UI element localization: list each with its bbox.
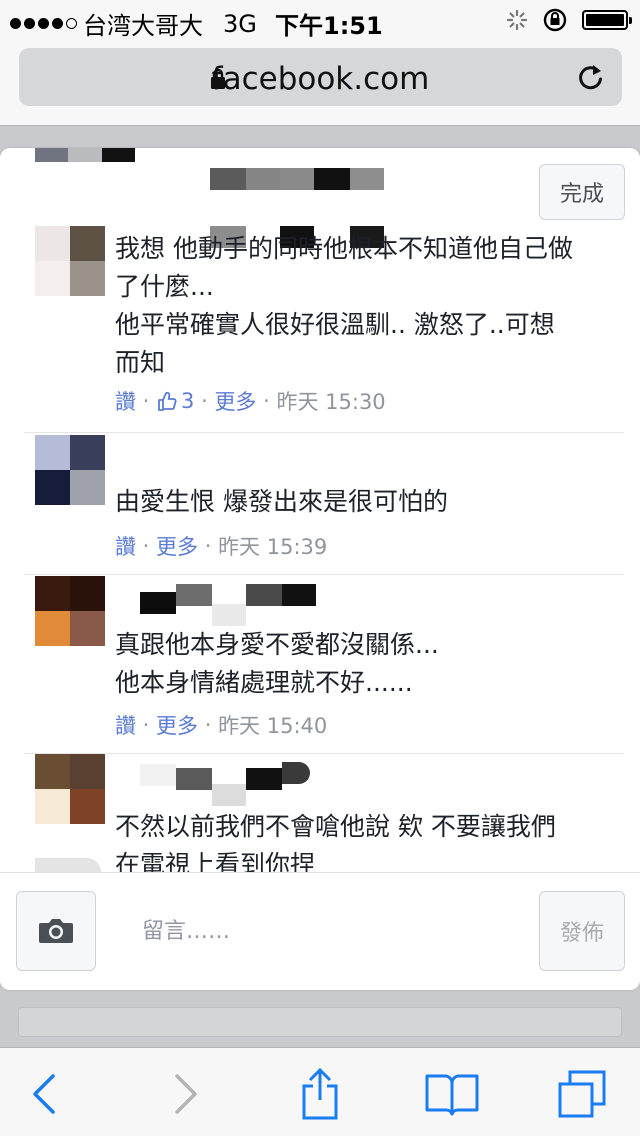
comment-text: 由愛生恨 爆發出來是很可怕的 <box>115 487 448 516</box>
browser-toolbar <box>0 1047 640 1136</box>
redacted-name <box>210 168 384 212</box>
comment-time: 昨天 15:40 <box>218 714 328 738</box>
address-bar[interactable]: facebook.com <box>19 48 622 106</box>
like-count: 3 <box>181 389 195 413</box>
avatar <box>35 148 135 162</box>
signal-strength-icon <box>10 18 77 29</box>
camera-icon <box>39 919 73 943</box>
bookmarks-button[interactable] <box>422 1066 482 1122</box>
like-link[interactable]: 讚 <box>115 386 136 416</box>
forward-icon <box>175 1074 197 1114</box>
tabs-button[interactable] <box>552 1066 612 1122</box>
network-type: 3G <box>223 9 257 38</box>
comment-text: 我想 他動手的同時他根本不知道他自己做 了什麼... 他平常確實人很好很溫馴..… <box>115 234 573 377</box>
comment-composer: 發佈 <box>0 872 640 990</box>
more-link[interactable]: 更多 <box>214 386 256 416</box>
redacted-name <box>140 582 316 626</box>
like-link[interactable]: 讚 <box>115 710 136 740</box>
comment-input[interactable] <box>110 901 520 961</box>
tabs-icon <box>558 1070 606 1118</box>
reload-icon[interactable] <box>576 62 606 92</box>
avatar <box>35 226 105 296</box>
comment-meta: 讚 · 更多 · 昨天 15:40 <box>115 710 327 740</box>
bookmarks-icon <box>425 1074 479 1116</box>
carrier-info: 台湾大哥大 3G <box>10 6 257 41</box>
avatar <box>35 435 105 505</box>
url-domain: facebook.com <box>211 61 430 97</box>
carrier-name: 台湾大哥大 <box>83 12 203 40</box>
comment-time: 昨天 15:30 <box>276 390 386 414</box>
share-button[interactable] <box>290 1066 350 1122</box>
back-button[interactable] <box>14 1066 74 1122</box>
status-time: 下午1:51 <box>275 12 383 40</box>
orientation-lock-icon <box>543 8 567 32</box>
forward-button[interactable] <box>156 1066 216 1122</box>
avatar <box>35 576 105 646</box>
comment-meta: 讚 · 更多 · 昨天 15:39 <box>115 531 327 561</box>
avatar <box>35 754 105 824</box>
battery-icon <box>582 10 632 30</box>
comment-meta: 讚 · 3 · 更多 · 昨天 15:30 <box>115 386 386 416</box>
like-link[interactable]: 讚 <box>115 531 136 561</box>
share-icon <box>302 1067 338 1120</box>
comments-modal: 完成 我想 他動手的同時他根本不知道他自己做 了什麼... 他平常確實人很好很溫… <box>0 148 640 990</box>
done-button[interactable]: 完成 <box>539 164 625 220</box>
more-link[interactable]: 更多 <box>156 710 198 740</box>
activity-spinner-icon <box>506 9 528 31</box>
comment-text: 不然以前我們不會嗆他說 欸 不要讓我們 在電視上看到你捏 <box>115 812 556 872</box>
status-bar: 台湾大哥大 3G 下午1:51 <box>0 0 640 40</box>
comment-text: 真跟他本身愛不愛都沒關係... 他本身情緒處理就不好...... <box>115 630 439 697</box>
divider <box>24 753 624 754</box>
background-card <box>18 1007 622 1037</box>
back-icon <box>33 1074 55 1114</box>
browser-header: facebook.com <box>0 40 640 126</box>
divider <box>24 432 624 433</box>
avatar-partial <box>35 858 101 872</box>
redacted-name <box>140 762 310 806</box>
camera-button[interactable] <box>16 891 96 971</box>
more-link[interactable]: 更多 <box>156 531 198 561</box>
post-button[interactable]: 發佈 <box>539 891 625 971</box>
divider <box>24 574 624 575</box>
comment-time: 昨天 15:39 <box>218 535 328 559</box>
comment-list[interactable]: 完成 我想 他動手的同時他根本不知道他自己做 了什麼... 他平常確實人很好很溫… <box>0 148 640 872</box>
thumbs-up-icon <box>158 391 177 411</box>
